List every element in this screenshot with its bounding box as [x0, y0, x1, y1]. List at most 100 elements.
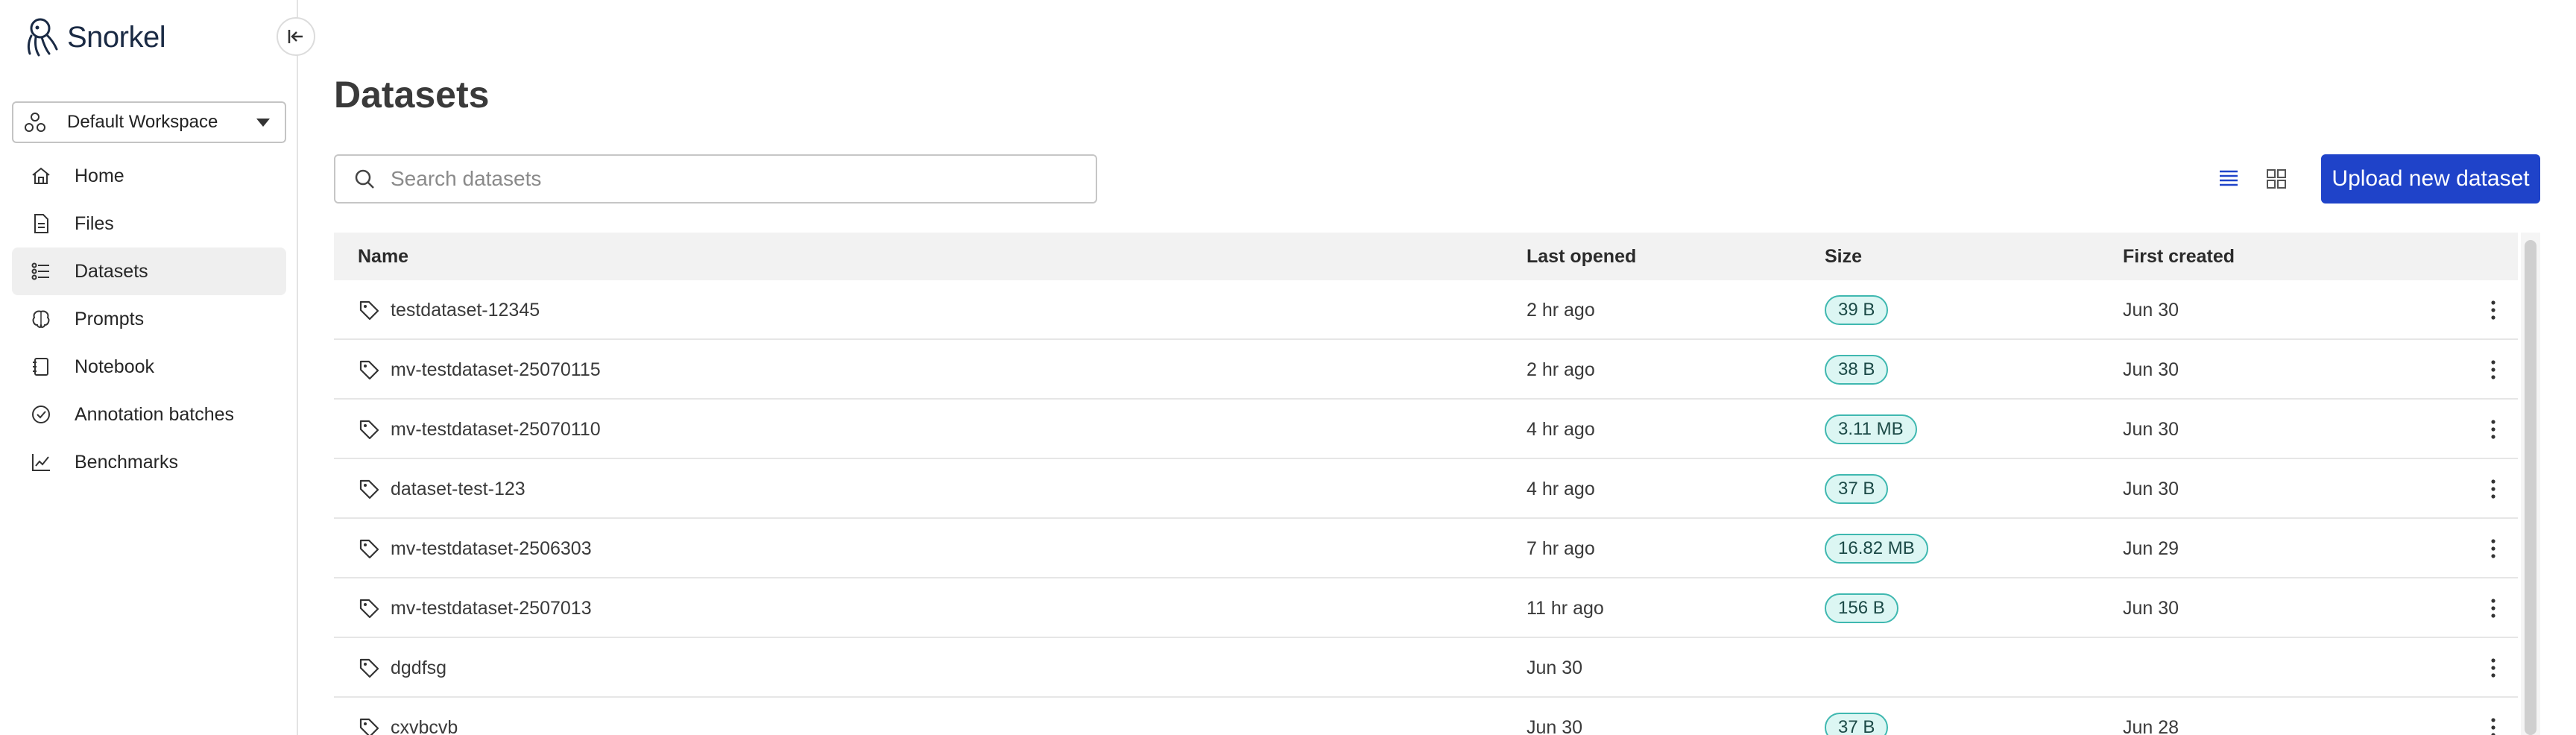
chart-icon	[32, 454, 50, 471]
size-badge: 16.82 MB	[1825, 534, 1928, 564]
collapse-sidebar-button[interactable]	[277, 17, 315, 56]
table-row[interactable]: mv-testdataset-2507013 11 hr ago 156 B Jun …	[334, 578, 2518, 638]
cell-size: 38 B	[1825, 340, 1889, 400]
sidebar-item-benchmarks[interactable]: Benchmarks	[12, 438, 286, 486]
list-view-icon	[2220, 170, 2238, 186]
sidebar-item-datasets[interactable]: Datasets	[12, 247, 286, 295]
column-header-first-created[interactable]: First created	[2123, 246, 2235, 268]
cell-name[interactable]: mv-testdataset-25070110	[358, 400, 601, 459]
dataset-name: mv-testdataset-25070115	[391, 359, 601, 380]
row-actions-button[interactable]	[2482, 459, 2504, 519]
app-name: Snorkel	[67, 20, 166, 54]
grid-view-icon	[2267, 169, 2286, 189]
tag-icon	[359, 718, 379, 735]
dataset-name: dgdfsg	[391, 657, 447, 678]
cell-name[interactable]: mv-testdataset-25070115	[358, 340, 601, 400]
sidebar-item-files[interactable]: Files	[12, 200, 286, 247]
dataset-name: dataset-test-123	[391, 478, 525, 499]
file-icon	[34, 214, 48, 233]
cell-first-created: Jun 30	[2123, 478, 2179, 499]
cell-name[interactable]: dgdfsg	[358, 638, 446, 698]
table-row[interactable]: mv-testdataset-2506303 7 hr ago 16.82 MB Ju…	[334, 519, 2518, 578]
datasets-icon	[31, 262, 49, 280]
tag-icon	[359, 300, 379, 321]
more-vertical-icon	[2491, 599, 2496, 618]
table-body: testdataset-12345 2 hr ago 39 B Jun 30 mv-te…	[334, 280, 2518, 735]
search-icon	[355, 169, 374, 189]
grid-view-toggle[interactable]	[2261, 164, 2291, 194]
size-badge: 39 B	[1825, 295, 1889, 325]
cell-name[interactable]: testdataset-12345	[358, 280, 540, 340]
cell-name[interactable]: mv-testdataset-2507013	[358, 578, 592, 638]
sidebar: Snorkel Default Workspace Home Files Dat…	[0, 0, 315, 735]
tag-icon	[359, 599, 379, 619]
dataset-name: testdataset-12345	[391, 299, 540, 321]
column-header-name[interactable]: Name	[358, 246, 408, 268]
list-view-toggle[interactable]	[2214, 164, 2244, 194]
app-root: Snorkel Default Workspace Home Files Dat…	[0, 0, 2576, 735]
cell-size: 37 B	[1825, 698, 1889, 735]
table-row[interactable]: testdataset-12345 2 hr ago 39 B Jun 30	[334, 280, 2518, 340]
table-row[interactable]: dataset-test-123 4 hr ago 37 B Jun 30	[334, 459, 2518, 519]
collapse-left-icon	[288, 30, 303, 43]
cell-last-opened: 4 hr ago	[1527, 418, 1595, 440]
sidebar-nav: Home Files Datasets Prompts Notebook Ann…	[12, 152, 286, 486]
sidebar-item-home[interactable]: Home	[12, 152, 286, 200]
cell-name[interactable]: dataset-test-123	[358, 459, 525, 519]
cell-size: 156 B	[1825, 578, 1898, 638]
column-header-last-opened[interactable]: Last opened	[1527, 246, 1636, 268]
sidebar-item-label: Prompts	[75, 308, 145, 329]
scrollbar-thumb[interactable]	[2525, 240, 2536, 735]
cell-first-created: Jun 30	[2123, 418, 2179, 440]
caret-down-icon	[256, 118, 270, 127]
sidebar-item-label: Datasets	[75, 260, 148, 282]
workspace-selector[interactable]: Default Workspace	[12, 101, 286, 143]
row-actions-button[interactable]	[2482, 340, 2504, 400]
sidebar-item-label: Benchmarks	[75, 451, 178, 473]
dataset-name: mv-testdataset-2507013	[391, 597, 592, 619]
sidebar-item-notebook[interactable]: Notebook	[12, 343, 286, 391]
tag-icon	[359, 479, 379, 499]
more-vertical-icon	[2491, 420, 2496, 439]
search-box[interactable]	[334, 154, 1097, 204]
sidebar-item-annotation-batches[interactable]: Annotation batches	[12, 391, 286, 438]
cell-first-created: Jun 30	[2123, 359, 2179, 380]
dataset-name: mv-testdataset-2506303	[391, 537, 592, 559]
sidebar-item-label: Home	[75, 165, 124, 186]
cell-size: 39 B	[1825, 280, 1889, 340]
app-logo[interactable]: Snorkel	[22, 16, 166, 58]
row-actions-button[interactable]	[2482, 280, 2504, 340]
sidebar-item-prompts[interactable]: Prompts	[12, 295, 286, 343]
cell-last-opened: 7 hr ago	[1527, 537, 1595, 559]
datasets-table: Name Last opened Size First created test…	[334, 233, 2518, 735]
table-scrollbar[interactable]	[2521, 233, 2540, 735]
tag-icon	[359, 420, 379, 440]
more-vertical-icon	[2491, 718, 2496, 735]
column-header-size[interactable]: Size	[1825, 246, 1862, 268]
dataset-name: cxvbcvb	[391, 716, 458, 735]
table-row[interactable]: mv-testdataset-25070115 2 hr ago 38 B Jun 3…	[334, 340, 2518, 400]
table-row[interactable]: cxvbcvb Jun 30 37 B Jun 28	[334, 698, 2518, 735]
table-row[interactable]: dgdfsg Jun 30	[334, 638, 2518, 698]
table-row[interactable]: mv-testdataset-25070110 4 hr ago 3.11 MB Ju…	[334, 400, 2518, 459]
cell-first-created: Jun 30	[2123, 299, 2179, 321]
row-actions-button[interactable]	[2482, 698, 2504, 735]
row-actions-button[interactable]	[2482, 578, 2504, 638]
workspace-label: Default Workspace	[67, 112, 218, 132]
row-actions-button[interactable]	[2482, 519, 2504, 578]
row-actions-button[interactable]	[2482, 638, 2504, 698]
upload-dataset-button[interactable]: Upload new dataset	[2321, 154, 2540, 204]
size-badge: 3.11 MB	[1825, 414, 1917, 444]
sidebar-item-label: Annotation batches	[75, 403, 235, 425]
more-vertical-icon	[2491, 360, 2496, 379]
cell-last-opened: 11 hr ago	[1527, 597, 1604, 619]
check-circle-icon	[32, 406, 50, 423]
cell-name[interactable]: cxvbcvb	[358, 698, 458, 735]
workspace-icon	[25, 113, 45, 132]
cell-size: 3.11 MB	[1825, 400, 1917, 459]
row-actions-button[interactable]	[2482, 400, 2504, 459]
cell-first-created: Jun 30	[2123, 597, 2179, 619]
size-badge: 38 B	[1825, 355, 1889, 385]
search-input[interactable]	[391, 167, 1061, 191]
cell-name[interactable]: mv-testdataset-2506303	[358, 519, 592, 578]
